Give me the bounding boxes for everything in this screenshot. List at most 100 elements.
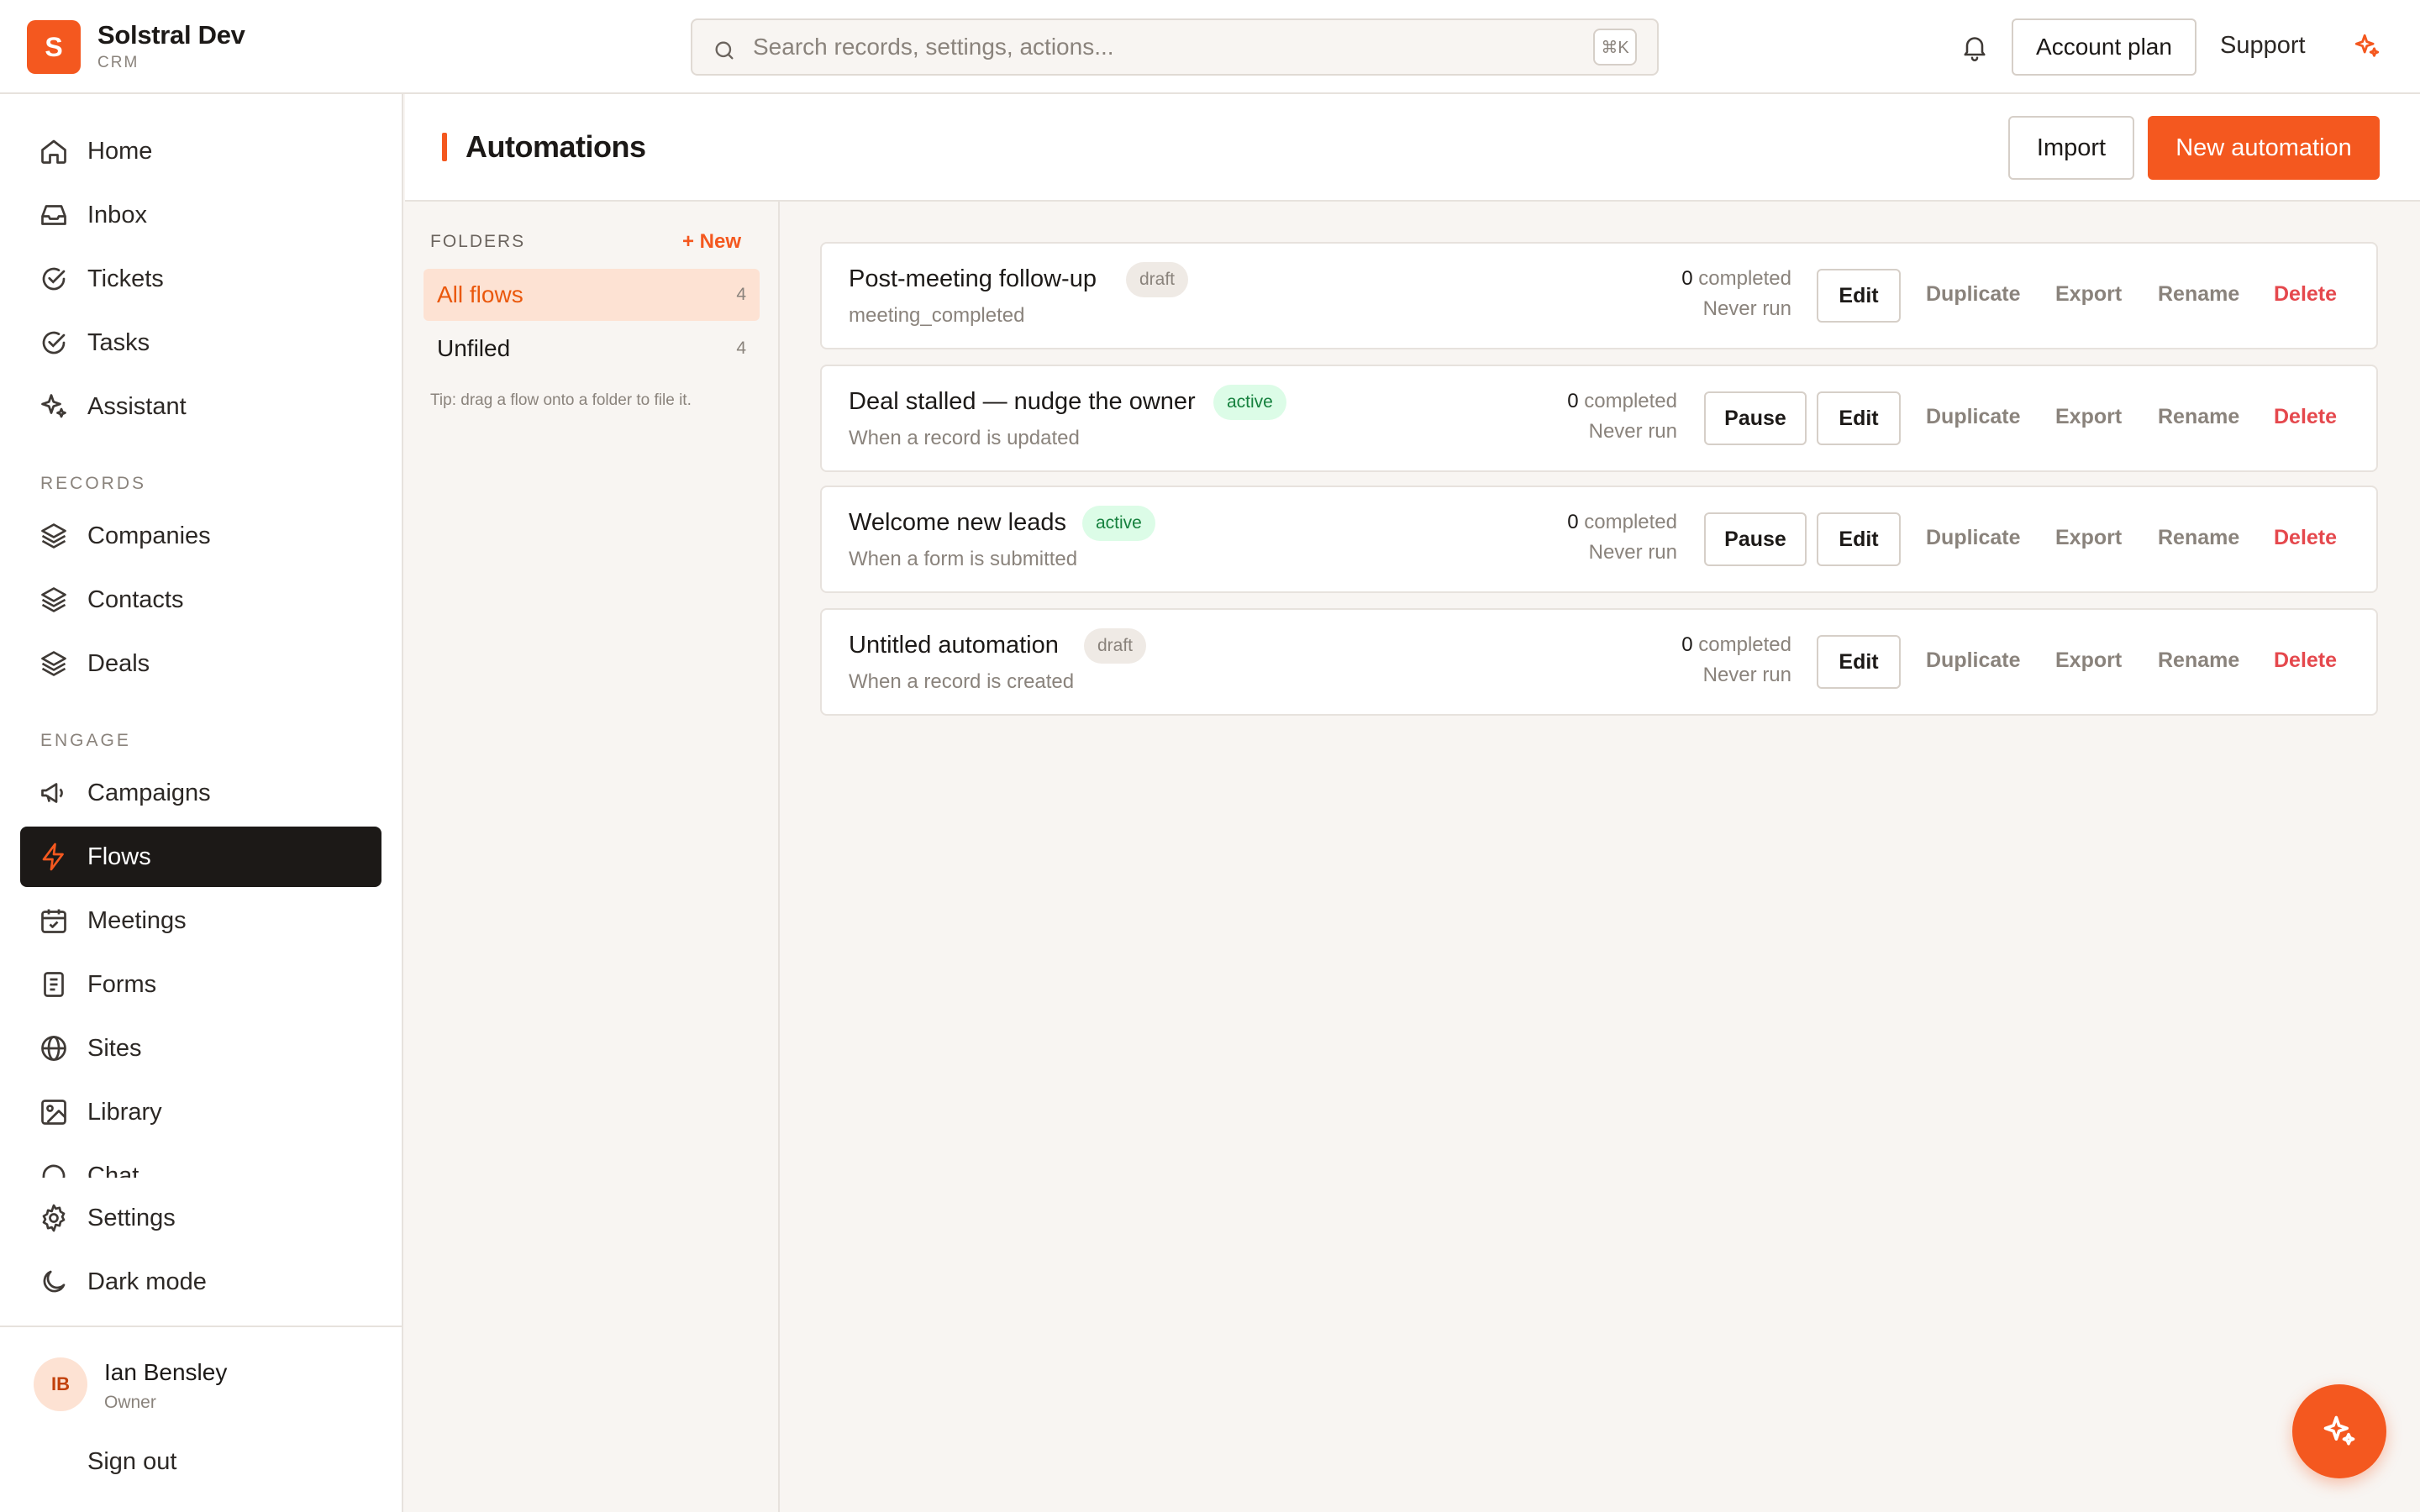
rename-button[interactable]: Rename <box>2158 405 2239 429</box>
sidebar-item-inbox[interactable]: Inbox <box>20 185 381 245</box>
sidebar-item-home[interactable]: Home <box>20 121 381 181</box>
user-name: Ian Bensley <box>104 1359 228 1385</box>
global-search[interactable]: ⌘K <box>691 18 1659 76</box>
flow-stats: 0 completed Never run <box>1607 267 1791 321</box>
flow-name[interactable]: Welcome new leads <box>849 509 1066 537</box>
duplicate-button[interactable]: Duplicate <box>1926 648 2021 673</box>
edit-button[interactable]: Edit <box>1817 269 1901 323</box>
flow-name[interactable]: Deal stalled — nudge the owner <box>849 388 1196 416</box>
home-icon <box>39 136 69 166</box>
status-badge: active <box>1213 385 1286 420</box>
edit-button[interactable]: Edit <box>1817 391 1901 445</box>
sidebar-item-chat[interactable]: Chat <box>20 1146 381 1178</box>
sidebar-item-tasks[interactable]: Tasks <box>20 312 381 373</box>
flow-row[interactable]: Welcome new leads active When a form is … <box>820 486 2378 593</box>
avatar[interactable]: IB <box>34 1357 87 1411</box>
sidebar-item-forms[interactable]: Forms <box>20 954 381 1015</box>
last-run: Never run <box>1702 297 1791 320</box>
support-link[interactable]: Support <box>2220 32 2306 60</box>
import-button[interactable]: Import <box>2008 116 2134 180</box>
sidebar-item-label: Tickets <box>87 265 164 292</box>
sidebar-item-campaigns[interactable]: Campaigns <box>20 763 381 823</box>
megaphone-icon <box>39 778 69 808</box>
sidebar-item-library[interactable]: Library <box>20 1082 381 1142</box>
folder-name: Unfiled <box>437 335 511 361</box>
sidebar-item-sites[interactable]: Sites <box>20 1018 381 1079</box>
sparkle-icon[interactable] <box>2353 32 2381 60</box>
pause-button[interactable]: Pause <box>1704 512 1807 566</box>
sidebar-item-label: Deals <box>87 649 150 677</box>
sidebar-item-meetings[interactable]: Meetings <box>20 890 381 951</box>
sidebar-item-settings[interactable]: Settings <box>20 1188 381 1248</box>
bell-icon[interactable] <box>1960 32 1990 62</box>
export-button[interactable]: Export <box>2055 405 2122 429</box>
status-badge: draft <box>1126 262 1189 297</box>
brand-name: Solstral Dev <box>97 20 245 50</box>
edit-button[interactable]: Edit <box>1817 512 1901 566</box>
delete-button[interactable]: Delete <box>2274 526 2337 550</box>
completed-count: 0 <box>1567 511 1579 533</box>
sidebar-item-tickets[interactable]: Tickets <box>20 249 381 309</box>
folders-label: FOLDERS <box>430 232 526 251</box>
sidebar-item-deals[interactable]: Deals <box>20 633 381 694</box>
sidebar-item-label: Tasks <box>87 328 150 356</box>
edit-button[interactable]: Edit <box>1817 635 1901 689</box>
pause-button[interactable]: Pause <box>1704 391 1807 445</box>
rename-button[interactable]: Rename <box>2158 526 2239 550</box>
export-button[interactable]: Export <box>2055 526 2122 550</box>
sidebar-item-label: Home <box>87 137 153 165</box>
sidebar-divider <box>0 1326 403 1327</box>
folder-all-flows[interactable]: All flows 4 <box>424 269 760 321</box>
sidebar-item-contacts[interactable]: Contacts <box>20 570 381 630</box>
sidebar-item-flows[interactable]: Flows <box>20 827 381 887</box>
export-button[interactable]: Export <box>2055 282 2122 307</box>
sign-out-button[interactable]: Sign out <box>87 1448 176 1476</box>
sidebar: Home Inbox Tickets Tasks Assistant RECOR… <box>0 94 403 1512</box>
rename-button[interactable]: Rename <box>2158 282 2239 307</box>
bolt-icon <box>39 842 69 872</box>
flow-row[interactable]: Post-meeting follow-up draft meeting_com… <box>820 242 2378 349</box>
new-folder-button[interactable]: + New <box>682 230 741 254</box>
folder-count: 4 <box>736 285 746 304</box>
sidebar-nav: Home Inbox Tickets Tasks Assistant RECOR… <box>0 94 403 1178</box>
sidebar-item-label: Flows <box>87 843 151 870</box>
gear-icon <box>39 1203 69 1233</box>
brand-logo[interactable]: S <box>27 20 81 74</box>
check-circle-icon <box>39 264 69 294</box>
flow-name[interactable]: Post-meeting follow-up <box>849 265 1097 293</box>
check-circle-icon <box>39 328 69 358</box>
records-section-label: RECORDS <box>40 474 147 493</box>
completed-count: 0 <box>1681 267 1693 290</box>
delete-button[interactable]: Delete <box>2274 405 2337 429</box>
calendar-icon <box>39 906 69 936</box>
layers-icon <box>39 585 69 615</box>
rename-button[interactable]: Rename <box>2158 648 2239 673</box>
folder-unfiled[interactable]: Unfiled 4 <box>424 323 760 375</box>
flow-row[interactable]: Untitled automation draft When a record … <box>820 608 2378 716</box>
duplicate-button[interactable]: Duplicate <box>1926 526 2021 550</box>
dark-mode-toggle[interactable]: Dark mode <box>20 1252 381 1312</box>
image-icon <box>39 1097 69 1127</box>
completed-label: completed <box>1584 390 1677 412</box>
sidebar-item-assistant[interactable]: Assistant <box>20 376 381 437</box>
layers-icon <box>39 521 69 551</box>
new-automation-button[interactable]: New automation <box>2148 116 2380 180</box>
account-plan-button[interactable]: Account plan <box>2012 18 2196 76</box>
assistant-fab-button[interactable] <box>2292 1384 2386 1478</box>
sidebar-item-companies[interactable]: Companies <box>20 506 381 566</box>
search-shortcut-hint: ⌘K <box>1593 29 1637 66</box>
flow-name[interactable]: Untitled automation <box>849 632 1059 659</box>
search-input[interactable] <box>753 29 1425 66</box>
page-header: Automations Import New automation <box>405 94 2420 202</box>
duplicate-button[interactable]: Duplicate <box>1926 282 2021 307</box>
sidebar-item-label: Contacts <box>87 585 184 613</box>
dark-mode-label: Dark mode <box>87 1268 207 1295</box>
delete-button[interactable]: Delete <box>2274 282 2337 307</box>
flow-trigger: meeting_completed <box>849 304 1025 327</box>
completed-label: completed <box>1698 633 1791 656</box>
duplicate-button[interactable]: Duplicate <box>1926 405 2021 429</box>
flow-row[interactable]: Deal stalled — nudge the owner active Wh… <box>820 365 2378 472</box>
delete-button[interactable]: Delete <box>2274 648 2337 673</box>
sidebar-item-label: Chat <box>87 1162 139 1179</box>
export-button[interactable]: Export <box>2055 648 2122 673</box>
